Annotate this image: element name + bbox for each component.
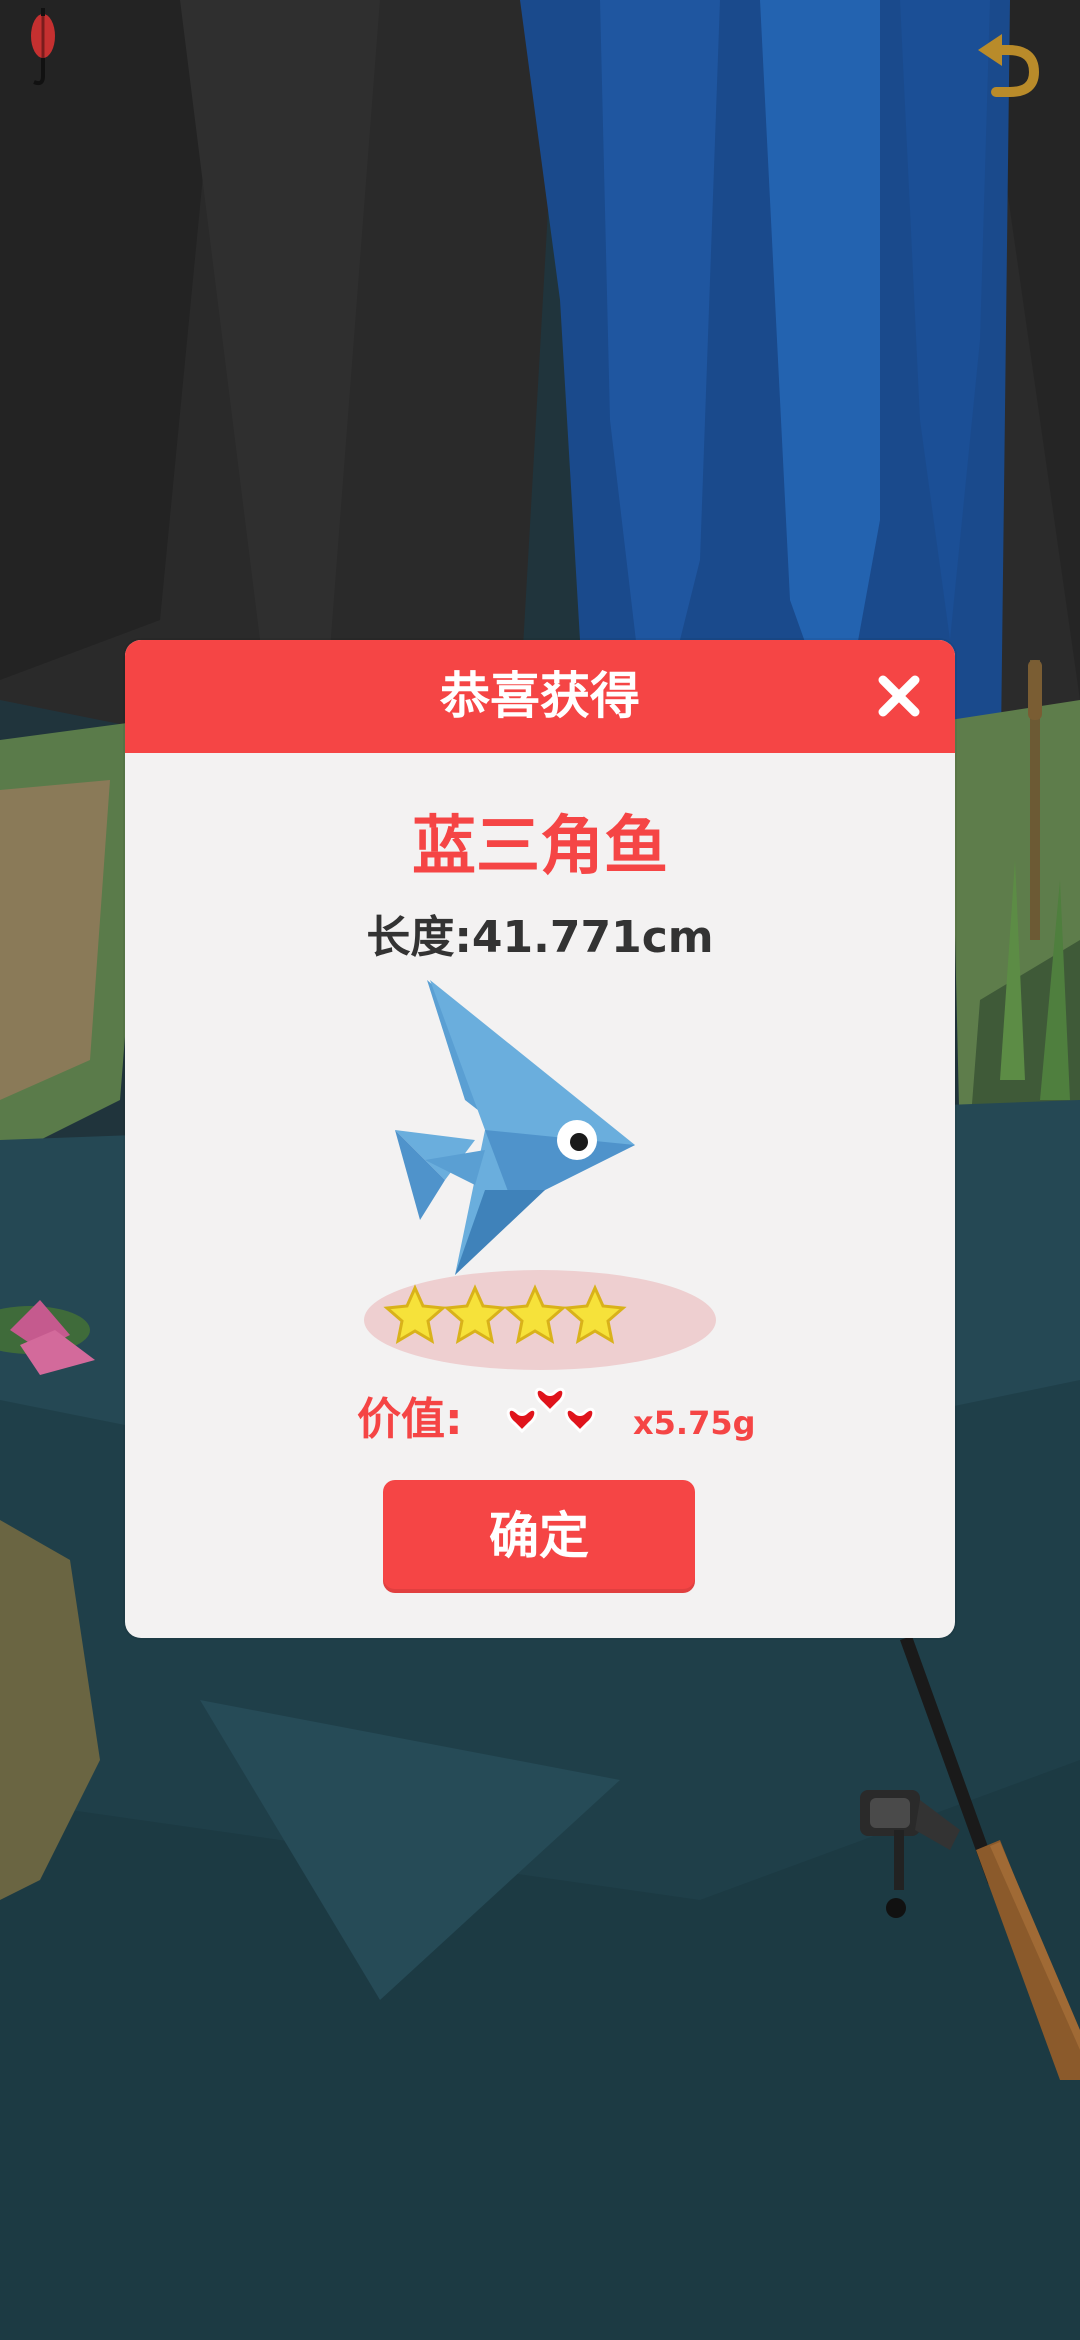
dialog-title: 恭喜获得 <box>440 667 640 725</box>
star-rating <box>364 1270 716 1370</box>
value-amount: x5.75g <box>633 1404 756 1442</box>
fish-illustration <box>395 980 635 1275</box>
fishing-lure-icon <box>31 8 55 86</box>
game-screen: 恭喜获得 蓝三角鱼 长度:41.771cm 价值: x5.75g 确定 <box>0 0 1080 2340</box>
fish-name: 蓝三角鱼 <box>412 810 668 884</box>
undo-arrow-icon[interactable] <box>968 22 1052 106</box>
value-label: 价值: <box>357 1394 463 1445</box>
fish-length: 长度:41.771cm <box>366 912 714 963</box>
hearts-icon <box>506 1387 596 1434</box>
close-icon[interactable] <box>861 658 937 734</box>
reward-dialog: 恭喜获得 蓝三角鱼 长度:41.771cm 价值: x5.75g 确定 <box>125 640 955 1638</box>
confirm-button[interactable]: 确定 <box>383 1480 695 1593</box>
